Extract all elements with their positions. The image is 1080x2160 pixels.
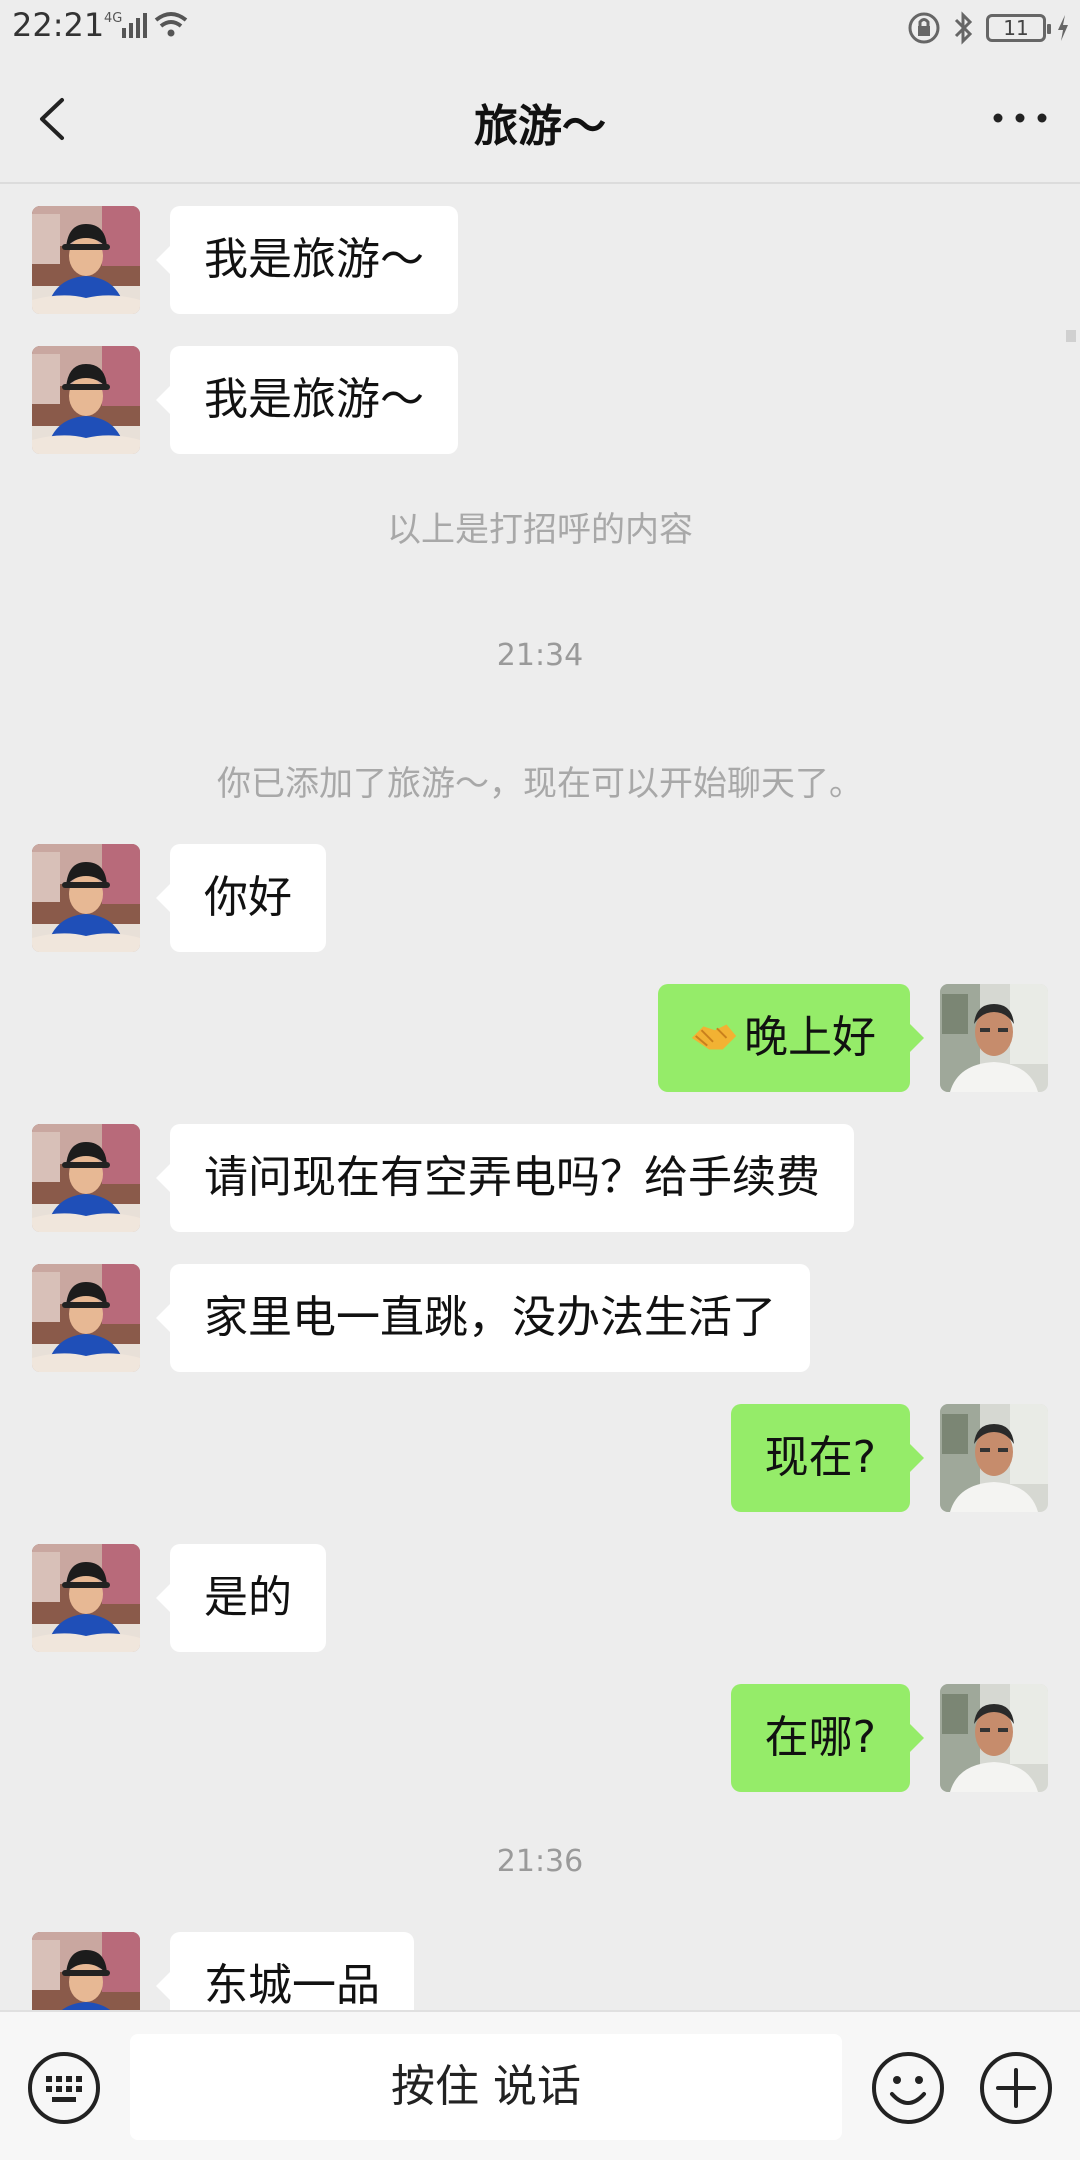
message-bubble[interactable]: 我是旅游～	[156, 206, 458, 314]
scroll-indicator	[1066, 330, 1076, 342]
network-type: 4G	[104, 11, 122, 26]
timestamp: 21:34	[496, 638, 584, 673]
contact-avatar[interactable]	[32, 1124, 140, 1232]
message-bubble-outgoing[interactable]: 现在?	[730, 1404, 925, 1512]
my-avatar[interactable]	[940, 1684, 1048, 1792]
status-time: 22:21	[12, 6, 105, 44]
message-incoming: 请问现在有空弄电吗？给手续费	[0, 1124, 1080, 1232]
message-outgoing: 在哪?	[0, 1684, 1080, 1792]
message-bubble[interactable]: 请问现在有空弄电吗？给手续费	[156, 1124, 854, 1232]
emoji-icon[interactable]	[870, 2050, 946, 2126]
bluetooth-icon	[954, 11, 973, 45]
message-text: 晚上好	[744, 1012, 876, 1063]
message-bubble-outgoing[interactable]: 在哪?	[730, 1684, 925, 1792]
message-bubble[interactable]: 是的	[156, 1544, 326, 1652]
keyboard-icon[interactable]	[26, 2050, 102, 2126]
hold-to-talk-button[interactable]: 按住 说话	[130, 2034, 842, 2140]
system-notice: 你已添加了旅游～，现在可以开始聊天了。	[217, 764, 863, 804]
charging-icon	[1058, 15, 1068, 41]
message-bubble[interactable]: 家里电一直跳，没办法生活了	[156, 1264, 810, 1372]
message-outgoing: 晚上好	[0, 984, 1080, 1092]
message-outgoing: 现在?	[0, 1404, 1080, 1512]
contact-avatar[interactable]	[32, 844, 140, 952]
signal-wifi-icon: 4G	[104, 11, 188, 38]
message-bubble-outgoing[interactable]: 晚上好	[658, 984, 924, 1092]
plus-icon[interactable]	[978, 2050, 1054, 2126]
my-avatar[interactable]	[940, 1404, 1048, 1512]
status-bar: 22:21 4G 11	[0, 0, 1080, 56]
rotation-lock-icon	[908, 12, 940, 44]
my-avatar[interactable]	[940, 984, 1048, 1092]
message-incoming: 家里电一直跳，没办法生活了	[0, 1264, 1080, 1372]
timestamp: 21:36	[496, 1844, 584, 1879]
chat-header: 旅游～	[0, 56, 1080, 184]
message-bubble[interactable]: 你好	[156, 844, 326, 952]
contact-avatar[interactable]	[32, 346, 140, 454]
message-incoming: 我是旅游～	[0, 346, 1080, 454]
status-icons: 11	[906, 8, 1070, 48]
system-notice: 以上是打招呼的内容	[387, 510, 693, 550]
message-incoming: 是的	[0, 1544, 1080, 1652]
message-incoming: 你好	[0, 844, 1080, 952]
contact-avatar[interactable]	[32, 1544, 140, 1652]
handshake-emoji-icon	[690, 1023, 738, 1051]
contact-avatar[interactable]	[32, 1264, 140, 1372]
message-bubble[interactable]: 我是旅游～	[156, 346, 458, 454]
battery-icon: 11	[986, 14, 1051, 42]
message-incoming: 我是旅游～	[0, 206, 1080, 314]
more-icon[interactable]	[990, 106, 1050, 130]
input-bar: 按住 说话	[0, 2010, 1080, 2160]
chat-title: 旅游～	[474, 101, 606, 152]
contact-avatar[interactable]	[32, 206, 140, 314]
